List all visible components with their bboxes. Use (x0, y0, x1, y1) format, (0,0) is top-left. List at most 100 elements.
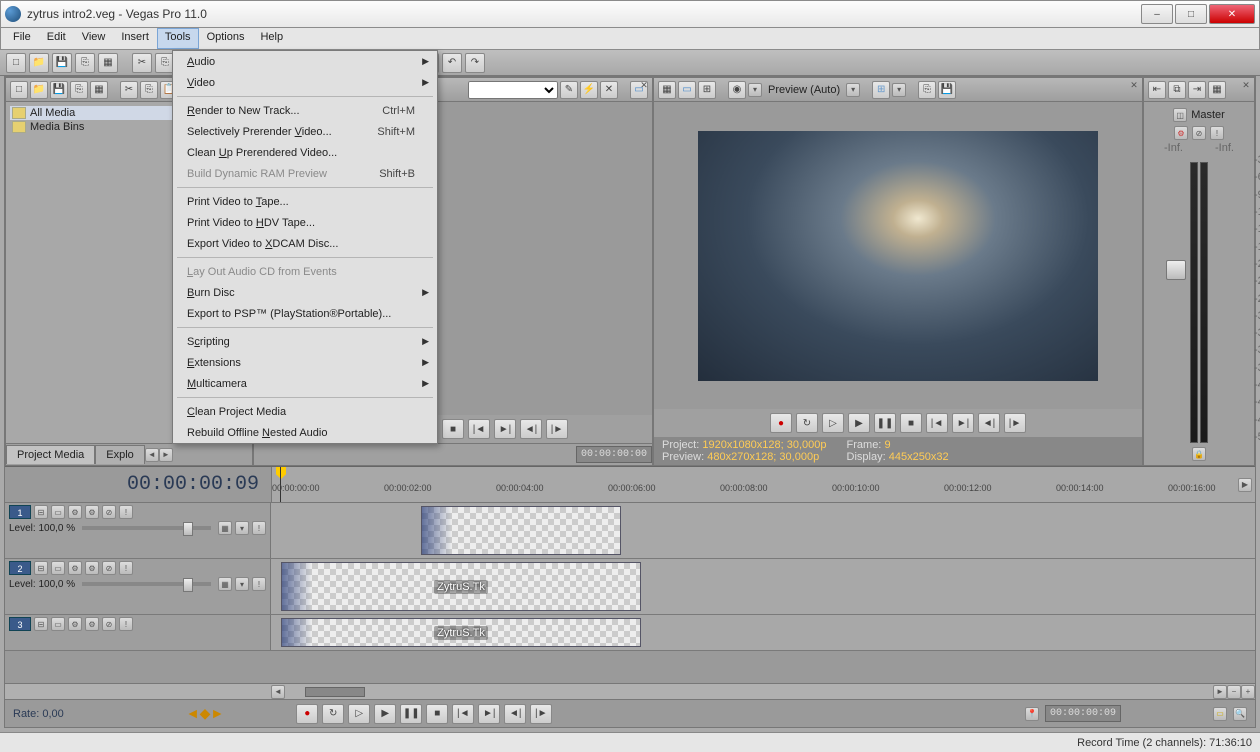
scroll-right-icon[interactable]: ► (1213, 685, 1227, 699)
shuttle-icon[interactable]: ◄◆► (186, 705, 224, 722)
transport-loop[interactable]: ↻ (322, 704, 344, 724)
preview-copy-icon[interactable]: ⎘ (918, 81, 936, 99)
transport-loop[interactable]: ↻ (796, 413, 818, 433)
trimmer-btn-2[interactable]: ⚡ (580, 81, 598, 99)
toolbar-button-3[interactable]: ⎘ (70, 81, 88, 99)
menu-item-extensions[interactable]: Extensions▶ (173, 352, 437, 373)
menu-item-export-to-psp-playstation-portable[interactable]: Export to PSP™ (PlayStation®Portable)... (173, 303, 437, 324)
toolbar-button-2[interactable]: 💾 (52, 53, 72, 73)
transport-prev[interactable]: |◄ (926, 413, 948, 433)
transport-step-back[interactable]: ◄| (504, 704, 526, 724)
track-btn-3[interactable]: ⚙ (85, 505, 99, 519)
rate-label[interactable]: Rate: 0,00 (13, 708, 64, 720)
transport-play-start[interactable]: ▷ (348, 704, 370, 724)
track-header[interactable]: 2⊟▭⚙⚙⊘!Level: 100,0 %▦▾! (5, 559, 271, 614)
menu-tools[interactable]: Tools (157, 28, 199, 49)
toolbar-button-1[interactable]: 📁 (29, 53, 49, 73)
master-btn-4[interactable]: ▦ (1208, 81, 1226, 99)
track-btn2-0[interactable]: ▦ (218, 521, 232, 535)
menu-item-export-video-to-xdcam-disc[interactable]: Export Video to XDCAM Disc... (173, 233, 437, 254)
preview-props-icon[interactable]: ▦ (658, 81, 676, 99)
track-number[interactable]: 3 (9, 617, 31, 631)
master-btn-3[interactable]: ⇥ (1188, 81, 1206, 99)
toolbar-button-5[interactable]: ✂ (120, 81, 138, 99)
scrollbar-thumb[interactable] (305, 687, 365, 697)
track-btn2-2[interactable]: ! (252, 577, 266, 591)
master-btn-2[interactable]: ⧉ (1168, 81, 1186, 99)
trimmer-btn-3[interactable]: ✕ (600, 81, 618, 99)
track-btn-2[interactable]: ⚙ (68, 617, 82, 631)
menu-item-selectively-prerender-video[interactable]: Selectively Prerender Video...Shift+M (173, 121, 437, 142)
close-icon[interactable]: ✕ (1128, 80, 1140, 92)
zoom-icon[interactable]: 🔍 (1233, 707, 1247, 721)
zoom-in-icon[interactable]: + (1241, 685, 1255, 699)
menu-help[interactable]: Help (252, 28, 291, 49)
track-btn2-1[interactable]: ▾ (235, 521, 249, 535)
zoom-out-icon[interactable]: − (1227, 685, 1241, 699)
transport-next[interactable]: ►| (952, 413, 974, 433)
transport-stop[interactable]: ■ (900, 413, 922, 433)
master-solo-icon[interactable]: ! (1210, 126, 1224, 140)
arm-record-icon[interactable]: ▭ (1213, 707, 1227, 721)
track-btn-3[interactable]: ⚙ (85, 617, 99, 631)
clip[interactable]: ZytruS.Tk (281, 618, 641, 647)
transport-play[interactable]: ▶ (848, 413, 870, 433)
toolbar-button-4[interactable]: ▦ (90, 81, 108, 99)
level-slider[interactable] (82, 526, 211, 530)
menu-item-clean-project-media[interactable]: Clean Project Media (173, 401, 437, 422)
menu-item-clean-up-prerendered-video[interactable]: Clean Up Prerendered Video... (173, 142, 437, 163)
transport-step-fwd[interactable]: |► (530, 704, 552, 724)
menu-item-multicamera[interactable]: Multicamera▶ (173, 373, 437, 394)
toolbar-button-5[interactable]: ✂ (132, 53, 152, 73)
transport-pause[interactable]: ❚❚ (874, 413, 896, 433)
menu-item-scripting[interactable]: Scripting▶ (173, 331, 437, 352)
dropdown-icon[interactable]: ▾ (748, 83, 762, 97)
track-btn-4[interactable]: ⊘ (102, 617, 116, 631)
timeline-scrollbar[interactable]: ◄ ► − + (5, 683, 1255, 699)
track-btn2-2[interactable]: ! (252, 521, 266, 535)
toolbar-button-4[interactable]: ▦ (98, 53, 118, 73)
track-btn-1[interactable]: ▭ (51, 617, 65, 631)
tab-scroll-left[interactable]: ◄ (145, 448, 159, 462)
transport-record[interactable]: ● (770, 413, 792, 433)
menu-item-video[interactable]: Video▶ (173, 72, 437, 93)
track-btn-5[interactable]: ! (119, 561, 133, 575)
tab-scroll-right[interactable]: ► (159, 448, 173, 462)
level-slider[interactable] (82, 582, 211, 586)
preview-fx-icon[interactable]: ◉ (728, 81, 746, 99)
track-number[interactable]: 2 (9, 561, 31, 575)
track-btn-1[interactable]: ▭ (51, 561, 65, 575)
marker-add-icon[interactable]: 📍 (1025, 707, 1039, 721)
preview-grid-icon[interactable]: ⊞ (872, 81, 890, 99)
transport-step-back[interactable]: ◄| (520, 419, 542, 439)
track-btn-0[interactable]: ⊟ (34, 617, 48, 631)
toolbar-button-0[interactable]: □ (10, 81, 28, 99)
track-lane[interactable]: ZytruS.Tk (271, 615, 1255, 650)
maximize-button[interactable]: □ (1175, 4, 1207, 24)
toolbar-button-1[interactable]: 📁 (30, 81, 48, 99)
master-lock-icon[interactable]: 🔒 (1192, 447, 1206, 461)
master-btn-1[interactable]: ⇤ (1148, 81, 1166, 99)
menu-options[interactable]: Options (199, 28, 253, 49)
toolbar-button-18[interactable]: ↶ (442, 53, 462, 73)
track-btn-5[interactable]: ! (119, 617, 133, 631)
track-number[interactable]: 1 (9, 505, 31, 519)
track-btn-0[interactable]: ⊟ (34, 505, 48, 519)
scroll-left-icon[interactable]: ◄ (271, 685, 285, 699)
track-lane[interactable]: ZytruS.Tk (271, 559, 1255, 614)
time-ruler[interactable]: 00:00:00:0000:00:02:0000:00:04:0000:00:0… (271, 467, 1235, 502)
track-btn-3[interactable]: ⚙ (85, 561, 99, 575)
preview-ext-icon[interactable]: ▭ (678, 81, 696, 99)
menu-item-audio[interactable]: Audio▶ (173, 51, 437, 72)
close-icon[interactable]: ✕ (638, 80, 650, 92)
transport-step-fwd[interactable]: |► (1004, 413, 1026, 433)
marker-icon[interactable]: ▶ (1238, 478, 1252, 492)
transport-record[interactable]: ● (296, 704, 318, 724)
track-btn-2[interactable]: ⚙ (68, 561, 82, 575)
trimmer-select[interactable] (468, 81, 558, 99)
toolbar-button-3[interactable]: ⎘ (75, 53, 95, 73)
transport-pause[interactable]: ❚❚ (400, 704, 422, 724)
transport-next[interactable]: ►| (494, 419, 516, 439)
trimmer-btn-1[interactable]: ✎ (560, 81, 578, 99)
track-btn-2[interactable]: ⚙ (68, 505, 82, 519)
